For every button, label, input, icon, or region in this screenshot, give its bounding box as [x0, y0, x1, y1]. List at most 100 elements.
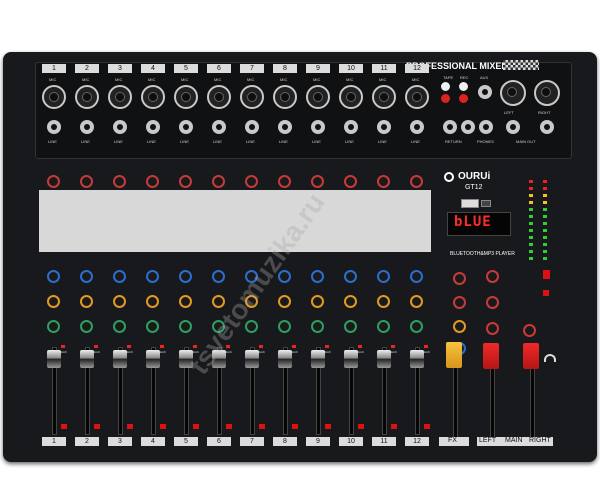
fx-send-knob[interactable]: [80, 295, 93, 308]
fx-send-knob[interactable]: [146, 295, 159, 308]
fx-level-knob[interactable]: [453, 320, 466, 333]
fx-delay-knob[interactable]: [453, 272, 466, 285]
line-jack-input[interactable]: [179, 120, 193, 134]
gain-knob[interactable]: [47, 175, 60, 188]
channel-mute-button[interactable]: [424, 424, 430, 429]
channel-mute-button[interactable]: [325, 424, 331, 429]
rec-rca-red[interactable]: [459, 94, 468, 103]
pan-knob[interactable]: [278, 320, 291, 333]
tape-rca-white[interactable]: [441, 82, 450, 91]
mic-xlr-input[interactable]: [372, 85, 396, 109]
pan-knob[interactable]: [311, 320, 324, 333]
phones-jack[interactable]: [479, 120, 493, 134]
line-jack-input[interactable]: [278, 120, 292, 134]
channel-mute-button[interactable]: [61, 424, 67, 429]
mic-xlr-input[interactable]: [306, 85, 330, 109]
channel-fader[interactable]: [80, 350, 94, 368]
channel-fader[interactable]: [245, 350, 259, 368]
mic-xlr-input[interactable]: [141, 85, 165, 109]
gain-knob[interactable]: [212, 175, 225, 188]
aux-knob[interactable]: [80, 270, 93, 283]
line-jack-input[interactable]: [146, 120, 160, 134]
mic-xlr-input[interactable]: [240, 85, 264, 109]
gain-knob[interactable]: [80, 175, 93, 188]
tape-level-knob[interactable]: [486, 296, 499, 309]
return-level-knob[interactable]: [486, 270, 499, 283]
mic-xlr-input[interactable]: [339, 85, 363, 109]
channel-mute-button[interactable]: [127, 424, 133, 429]
mic-xlr-input[interactable]: [174, 85, 198, 109]
fx-send-knob[interactable]: [113, 295, 126, 308]
fx-fader[interactable]: [446, 342, 462, 368]
fx-send-knob[interactable]: [410, 295, 423, 308]
usb-port[interactable]: [461, 199, 479, 208]
aux-knob[interactable]: [47, 270, 60, 283]
fx-send-knob[interactable]: [179, 295, 192, 308]
pan-knob[interactable]: [344, 320, 357, 333]
aux-knob[interactable]: [311, 270, 324, 283]
pan-knob[interactable]: [179, 320, 192, 333]
rec-rca-white[interactable]: [459, 82, 468, 91]
line-jack-input[interactable]: [377, 120, 391, 134]
channel-mute-button[interactable]: [391, 424, 397, 429]
channel-fader[interactable]: [113, 350, 127, 368]
channel-fader[interactable]: [377, 350, 391, 368]
channel-fader[interactable]: [47, 350, 61, 368]
gain-knob[interactable]: [113, 175, 126, 188]
phantom-power-switch[interactable]: [543, 270, 550, 279]
channel-fader[interactable]: [344, 350, 358, 368]
gain-knob[interactable]: [245, 175, 258, 188]
pan-knob[interactable]: [47, 320, 60, 333]
pan-knob[interactable]: [80, 320, 93, 333]
right-main-fader[interactable]: [523, 343, 539, 369]
fx-send-knob[interactable]: [278, 295, 291, 308]
channel-mute-button[interactable]: [292, 424, 298, 429]
pan-knob[interactable]: [377, 320, 390, 333]
channel-fader[interactable]: [278, 350, 292, 368]
aux-level-knob[interactable]: [486, 322, 499, 335]
gain-knob[interactable]: [311, 175, 324, 188]
fx-repeat-knob[interactable]: [453, 296, 466, 309]
tape-rca-red[interactable]: [441, 94, 450, 103]
channel-fader[interactable]: [311, 350, 325, 368]
sd-slot[interactable]: [481, 200, 491, 207]
aux-knob[interactable]: [344, 270, 357, 283]
aux-knob[interactable]: [113, 270, 126, 283]
return-jack-2[interactable]: [461, 120, 475, 134]
main-out-jack-right[interactable]: [540, 120, 554, 134]
return-to-phones-knob[interactable]: [523, 324, 536, 337]
channel-mute-button[interactable]: [259, 424, 265, 429]
main-out-jack-left[interactable]: [506, 120, 520, 134]
aux-knob[interactable]: [212, 270, 225, 283]
mic-xlr-input[interactable]: [273, 85, 297, 109]
mic-xlr-input[interactable]: [405, 85, 429, 109]
line-jack-input[interactable]: [212, 120, 226, 134]
fx-send-knob[interactable]: [311, 295, 324, 308]
channel-mute-button[interactable]: [94, 424, 100, 429]
mic-xlr-input[interactable]: [75, 85, 99, 109]
line-jack-input[interactable]: [113, 120, 127, 134]
channel-mute-button[interactable]: [160, 424, 166, 429]
left-main-fader[interactable]: [483, 343, 499, 369]
line-jack-input[interactable]: [47, 120, 61, 134]
main-out-right-xlr[interactable]: [534, 80, 560, 106]
fx-send-knob[interactable]: [47, 295, 60, 308]
line-jack-input[interactable]: [410, 120, 424, 134]
pan-knob[interactable]: [410, 320, 423, 333]
aux-knob[interactable]: [146, 270, 159, 283]
fx-send-knob[interactable]: [344, 295, 357, 308]
aux-jack[interactable]: [478, 85, 492, 99]
gain-knob[interactable]: [278, 175, 291, 188]
gain-knob[interactable]: [377, 175, 390, 188]
aux-knob[interactable]: [410, 270, 423, 283]
mic-xlr-input[interactable]: [42, 85, 66, 109]
gain-knob[interactable]: [410, 175, 423, 188]
tape-to-main-switch[interactable]: [543, 290, 549, 296]
line-jack-input[interactable]: [80, 120, 94, 134]
line-jack-input[interactable]: [344, 120, 358, 134]
fx-send-knob[interactable]: [377, 295, 390, 308]
line-jack-input[interactable]: [311, 120, 325, 134]
channel-fader[interactable]: [410, 350, 424, 368]
gain-knob[interactable]: [179, 175, 192, 188]
pan-knob[interactable]: [146, 320, 159, 333]
